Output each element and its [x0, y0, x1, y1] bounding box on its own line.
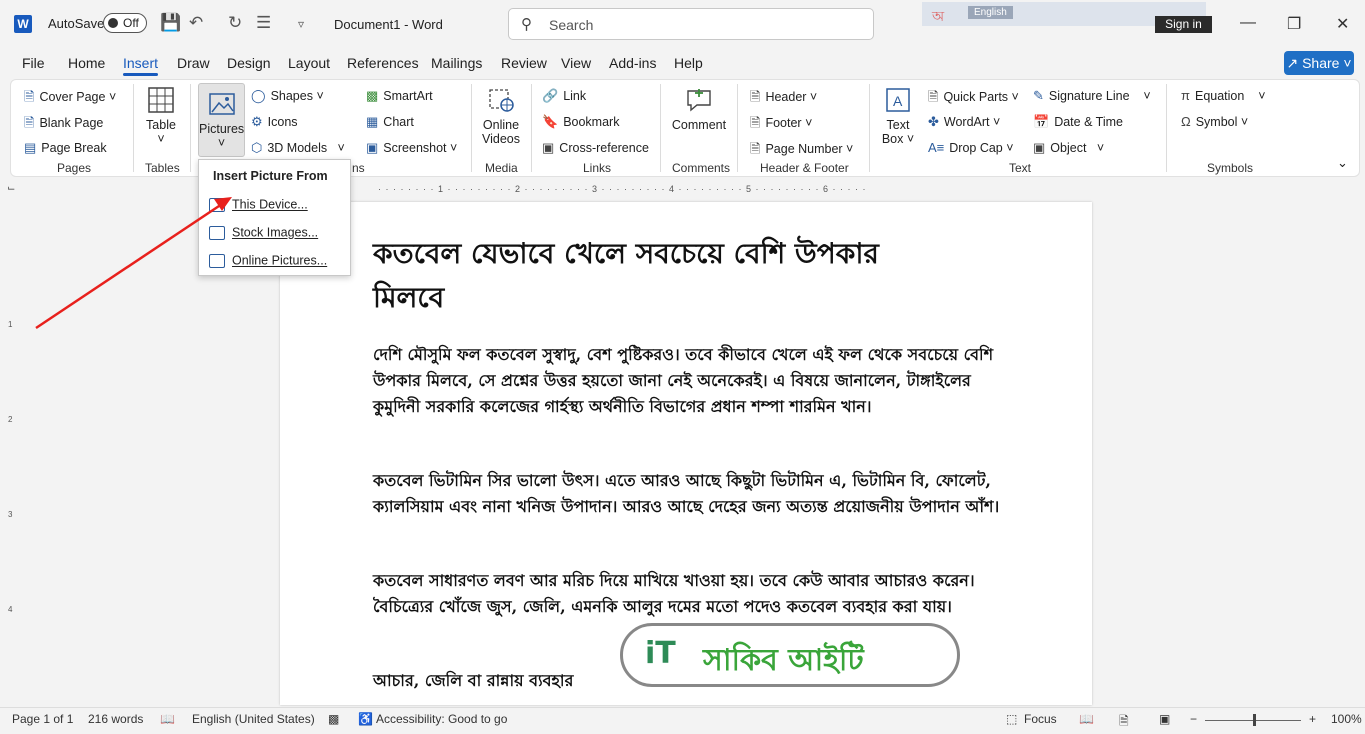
print-layout-icon[interactable]: 🗎: [1119, 712, 1129, 733]
zoom-slider-handle[interactable]: [1253, 714, 1256, 726]
read-mode-icon[interactable]: 📖: [1079, 712, 1094, 726]
proofing-icon[interactable]: 📖: [160, 712, 175, 726]
annotation-arrow: [35, 197, 232, 330]
accessibility-status[interactable]: Accessibility: Good to go: [376, 712, 507, 726]
accessibility-icon[interactable]: ♿: [358, 712, 373, 726]
page-count[interactable]: Page 1 of 1: [12, 712, 73, 726]
web-layout-icon[interactable]: ▣: [1159, 712, 1170, 726]
zoom-in-icon[interactable]: +: [1309, 712, 1316, 726]
status-bar: Page 1 of 1 216 words 📖 English (United …: [0, 707, 1365, 734]
focus-label[interactable]: Focus: [1024, 712, 1057, 726]
language-status[interactable]: English (United States): [192, 712, 315, 726]
zoom-level[interactable]: 100%: [1331, 712, 1362, 726]
zoom-out-icon[interactable]: −: [1190, 712, 1197, 726]
focus-icon[interactable]: ⬚: [1006, 712, 1017, 726]
word-count[interactable]: 216 words: [88, 712, 143, 726]
arrow-shaft: [35, 202, 223, 330]
text-predictions-icon[interactable]: ▩: [328, 712, 339, 726]
